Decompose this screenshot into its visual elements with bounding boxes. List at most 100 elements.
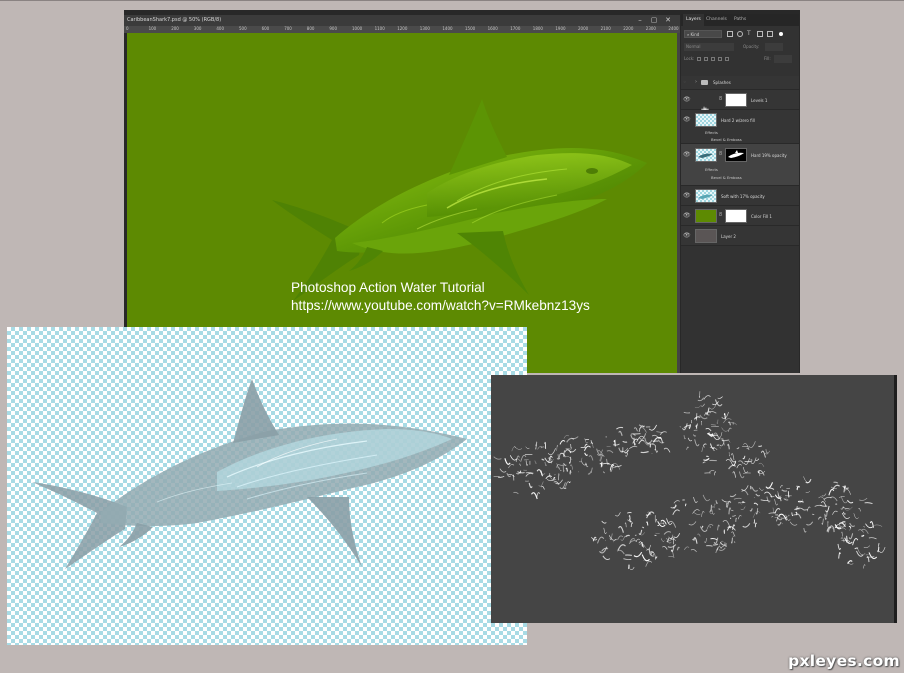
splash-stroke [645,560,653,567]
splash-stroke [728,507,732,515]
document-tab[interactable]: CaribbeanShark7.psd @ 50% (RGB/8) [124,15,680,26]
splash-stroke [755,458,760,461]
layer-row-layer-2[interactable]: 👁 Layer 2 [681,226,799,246]
layer-row-soft-17-opacity[interactable]: 👁 Soft with 17% opacity [681,186,799,206]
layer-name: Soft with 17% opacity [721,194,765,199]
splash-stroke [655,519,658,523]
lock-artboard-icon[interactable] [718,57,722,61]
splash-stroke [504,458,511,465]
minimize-button[interactable]: – [634,15,646,26]
lock-position-icon[interactable] [711,57,715,61]
layer-mask-thumbnail[interactable] [725,148,747,162]
lock-transparency-icon[interactable] [697,57,701,61]
eye-icon[interactable]: 👁 [683,97,691,103]
splash-stroke [566,437,575,443]
splash-stroke [518,463,521,467]
splash-stroke [697,397,704,402]
splash-stroke [857,548,866,556]
eye-icon[interactable]: 👁 [683,213,691,219]
splash-stroke [753,519,756,524]
ruler-tick-label: 800 [306,26,315,31]
tab-channels[interactable]: Channels [703,14,730,26]
restore-button[interactable]: ▢ [648,15,660,26]
splash-stroke [733,497,742,500]
effect-bevel-emboss[interactable]: Bevel & Emboss [711,137,742,142]
splash-stroke [841,531,843,537]
smart-object-filter-icon[interactable] [767,31,773,37]
splash-stroke [846,499,854,504]
chevron-right-icon[interactable]: › [695,79,697,85]
splash-stroke [717,524,720,531]
eye-icon[interactable]: 👁 [683,193,691,199]
tab-paths[interactable]: Paths [731,14,749,26]
splash-stroke [553,481,560,485]
lock-pixels-icon[interactable] [704,57,708,61]
pixel-filter-icon[interactable] [727,31,733,37]
layer-row-hard-2[interactable]: 👁 Hard 2 w/zero fill Effects Bevel & Emb… [681,110,799,144]
fill-color-thumbnail[interactable] [695,209,717,223]
eye-icon[interactable]: 👁 [683,152,691,158]
document-canvas[interactable] [127,33,677,373]
splash-stroke [648,424,657,431]
chain-link-icon[interactable]: 8 [719,212,722,218]
layer-row-levels-1[interactable]: 👁 8 Levels 1 [681,90,799,111]
splash-stroke [538,481,544,487]
splash-stroke [709,504,713,513]
shape-filter-icon[interactable] [757,31,763,37]
splash-stroke [842,511,846,515]
filter-toggle-icon[interactable] [779,32,783,36]
splash-stroke [563,463,567,466]
blend-mode-select[interactable]: Normal [684,43,734,51]
layer-name: Levels 1 [751,98,768,103]
tab-layers[interactable]: Layers [683,14,704,26]
lock-all-icon[interactable] [725,57,729,61]
ruler-tick-label: 1300 [419,26,430,31]
tutorial-link[interactable]: https://www.youtube.com/watch?v=RMkebnz1… [291,297,590,315]
filter-kind-select[interactable]: ⌕ Kind [684,30,722,38]
layer-thumbnail[interactable] [695,229,717,243]
layer-thumbnail[interactable] [695,113,717,127]
splash-stroke [706,524,714,531]
close-button[interactable]: ✕ [662,15,674,26]
splash-stroke [712,543,719,546]
opacity-field[interactable] [765,43,783,51]
type-filter-icon[interactable]: T [747,31,753,37]
layer-mask-thumbnail[interactable] [725,209,747,223]
splash-stroke [615,512,621,517]
splash-stroke [584,438,590,441]
layer-thumbnail[interactable] [695,189,717,203]
layer-name: Hard 2 w/zero fill [721,118,755,123]
splash-stroke [667,544,677,548]
splash-stroke [640,451,649,454]
panel-tabs: Layers Channels Paths [681,14,799,26]
layer-thumbnail[interactable] [695,148,717,162]
layer-row-splashes[interactable]: ◦ › Splashes [681,76,799,90]
splash-stroke [791,512,794,517]
splash-stroke [630,566,635,570]
ruler-tick-label: 2200 [623,26,634,31]
eye-icon[interactable]: 👁 [683,117,691,123]
splash-stroke [787,491,790,498]
splash-stroke [828,488,835,496]
splash-stroke [752,511,761,518]
white-splash-artwork [493,391,886,570]
eye-icon[interactable]: 👁 [683,233,691,239]
splash-stroke [616,549,625,555]
splash-stroke [686,446,689,450]
canvas-scrollbar[interactable] [677,33,680,373]
fill-field[interactable] [774,55,792,63]
splash-stroke [601,520,607,524]
layer-row-hard-19-opacity[interactable]: 👁 8 Hard 19% opacity Effects Bevel & Emb… [681,144,799,186]
chain-link-icon[interactable]: 8 [719,151,722,157]
ruler-tick-label: 300 [193,26,202,31]
chain-link-icon[interactable]: 8 [719,96,722,102]
layer-mask-thumbnail[interactable] [725,93,747,107]
adjustment-filter-icon[interactable] [737,31,743,37]
splash-stroke [545,475,552,480]
layer-row-color-fill-1[interactable]: 👁 8 Color Fill 1 [681,206,799,226]
splash-stroke [738,502,742,505]
visibility-toggle-icon[interactable]: ◦ [683,80,691,86]
splash-stroke [832,527,835,533]
splash-stroke [728,421,731,426]
effect-bevel-emboss[interactable]: Bevel & Emboss [711,175,742,180]
